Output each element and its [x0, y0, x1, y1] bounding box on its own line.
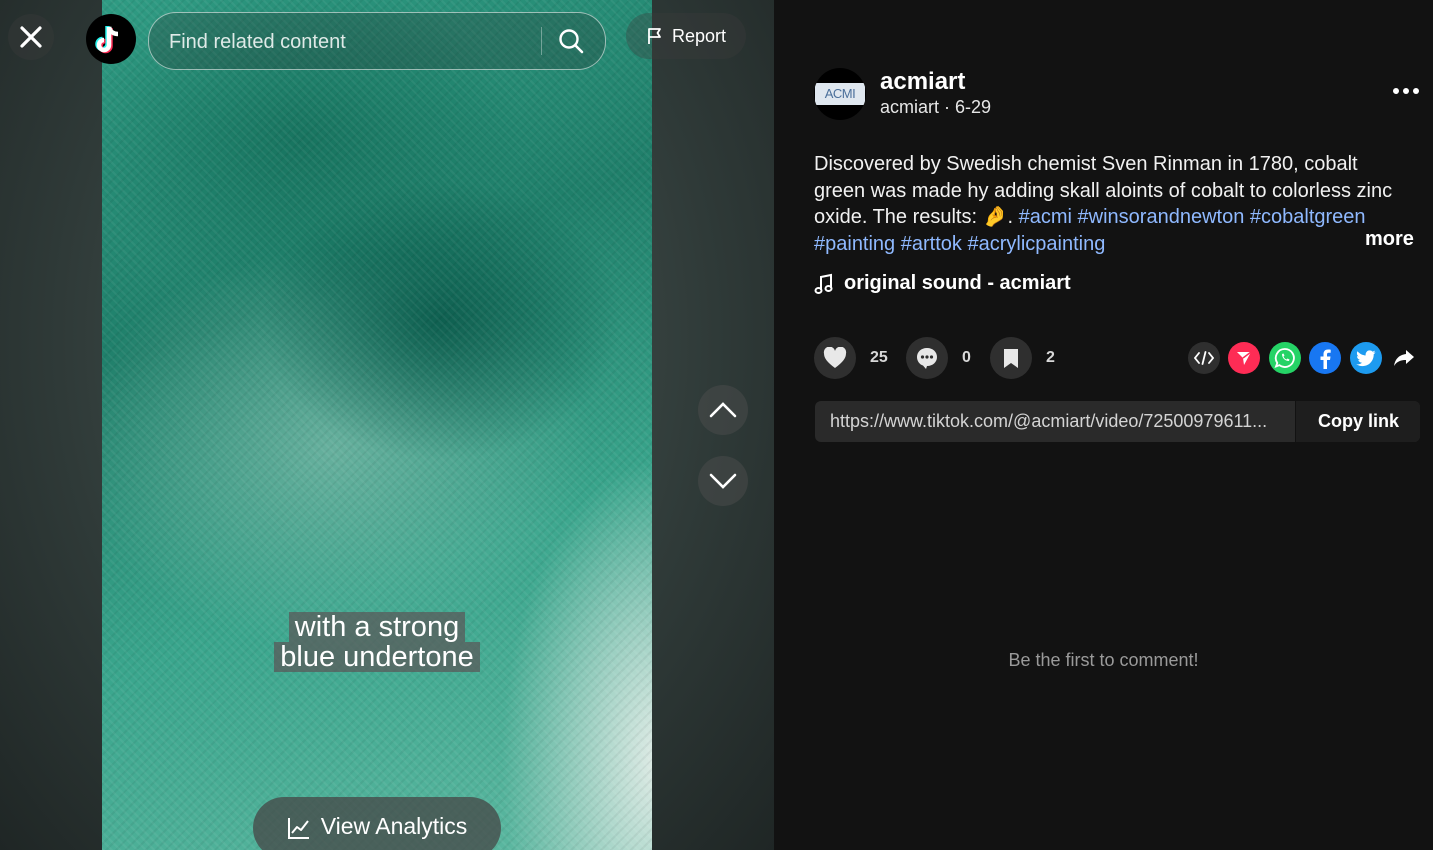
hashtag[interactable]: #cobaltgreen: [1250, 206, 1366, 228]
like-button[interactable]: [814, 337, 856, 379]
avatar-logo-text: ACMI: [815, 83, 865, 105]
embed-button[interactable]: [1188, 342, 1220, 374]
video-player[interactable]: with a strong blue undertone Report: [0, 0, 774, 850]
separator: ·: [939, 97, 956, 117]
next-video-button[interactable]: [698, 456, 748, 506]
music-note-icon: [814, 273, 833, 294]
caption-line-2: blue undertone: [274, 642, 480, 672]
share-arrow-icon: [1394, 350, 1414, 366]
empty-comments-message: Be the first to comment!: [1008, 650, 1199, 670]
copy-link-button[interactable]: Copy link: [1295, 401, 1420, 442]
tiktok-icon: [95, 26, 119, 54]
bookmark-icon: [1004, 349, 1018, 368]
like-action[interactable]: 25: [814, 337, 888, 379]
hashtag[interactable]: #acrylicpainting: [967, 233, 1105, 255]
heart-icon: [823, 347, 847, 368]
post-details-panel: ACMI acmiart acmiart · 6-29 Discovered b…: [774, 0, 1433, 850]
post-subline: acmiart · 6-29: [880, 97, 991, 118]
avatar[interactable]: ACMI: [814, 68, 866, 120]
hashtag[interactable]: #winsorandnewton: [1078, 206, 1245, 228]
flag-icon: [648, 28, 661, 44]
report-button[interactable]: Report: [626, 13, 746, 59]
send-to-friends-button[interactable]: [1228, 342, 1260, 374]
username[interactable]: acmiart: [880, 68, 965, 96]
like-count: 25: [870, 349, 888, 366]
hashtag[interactable]: #acmi: [1019, 206, 1072, 228]
view-analytics-button[interactable]: View Analytics: [253, 797, 501, 850]
handle: acmiart: [880, 97, 940, 117]
search-bar[interactable]: [148, 12, 606, 70]
chevron-up-icon: [709, 402, 737, 418]
hashtag[interactable]: #arttok: [901, 233, 962, 255]
video-link-url[interactable]: https://www.tiktok.com/@acmiart/video/72…: [830, 411, 1288, 432]
report-label: Report: [671, 25, 727, 46]
comment-button[interactable]: [906, 337, 948, 379]
facebook-icon: [1320, 349, 1331, 369]
sound-label: original sound - acmiart: [844, 272, 1071, 294]
whatsapp-button[interactable]: [1269, 342, 1301, 374]
analytics-chart-icon: [287, 818, 309, 839]
share-link-row: https://www.tiktok.com/@acmiart/video/72…: [815, 401, 1420, 442]
search-input[interactable]: [167, 25, 531, 59]
save-button[interactable]: [990, 337, 1032, 379]
comment-action[interactable]: 0: [906, 337, 971, 379]
action-bar: 25 0 2: [814, 337, 1414, 381]
comment-count: 0: [962, 349, 971, 366]
send-to-friends-icon: [1237, 351, 1252, 365]
tiktok-logo[interactable]: [86, 14, 136, 64]
analytics-label: View Analytics: [320, 813, 468, 839]
chevron-down-icon: [709, 473, 737, 489]
twitter-icon: [1356, 349, 1376, 366]
close-icon: [20, 26, 42, 48]
video-frame[interactable]: with a strong blue undertone: [102, 0, 652, 850]
hashtag[interactable]: #painting: [814, 233, 895, 255]
post-description: Discovered by Swedish chemist Sven Rinma…: [814, 151, 1394, 257]
more-share-button[interactable]: [1388, 342, 1420, 374]
more-options-button[interactable]: [1392, 82, 1420, 100]
close-button[interactable]: [8, 14, 54, 60]
video-texture: [102, 0, 652, 850]
search-icon[interactable]: [557, 27, 585, 55]
comment-bubble-icon: [917, 348, 937, 369]
whatsapp-icon: [1274, 348, 1295, 369]
save-count: 2: [1046, 349, 1055, 366]
previous-video-button[interactable]: [698, 385, 748, 435]
save-action[interactable]: 2: [990, 337, 1055, 379]
facebook-button[interactable]: [1309, 342, 1341, 374]
embed-icon: [1194, 351, 1214, 365]
video-caption: with a strong blue undertone: [102, 612, 652, 672]
ellipsis-icon: [1393, 88, 1419, 94]
search-divider: [541, 27, 542, 55]
more-link[interactable]: more: [1365, 228, 1414, 251]
sound-link[interactable]: original sound - acmiart: [814, 272, 1071, 295]
twitter-button[interactable]: [1350, 342, 1382, 374]
caption-line-1: with a strong: [288, 612, 466, 642]
post-date: 6-29: [955, 97, 992, 117]
